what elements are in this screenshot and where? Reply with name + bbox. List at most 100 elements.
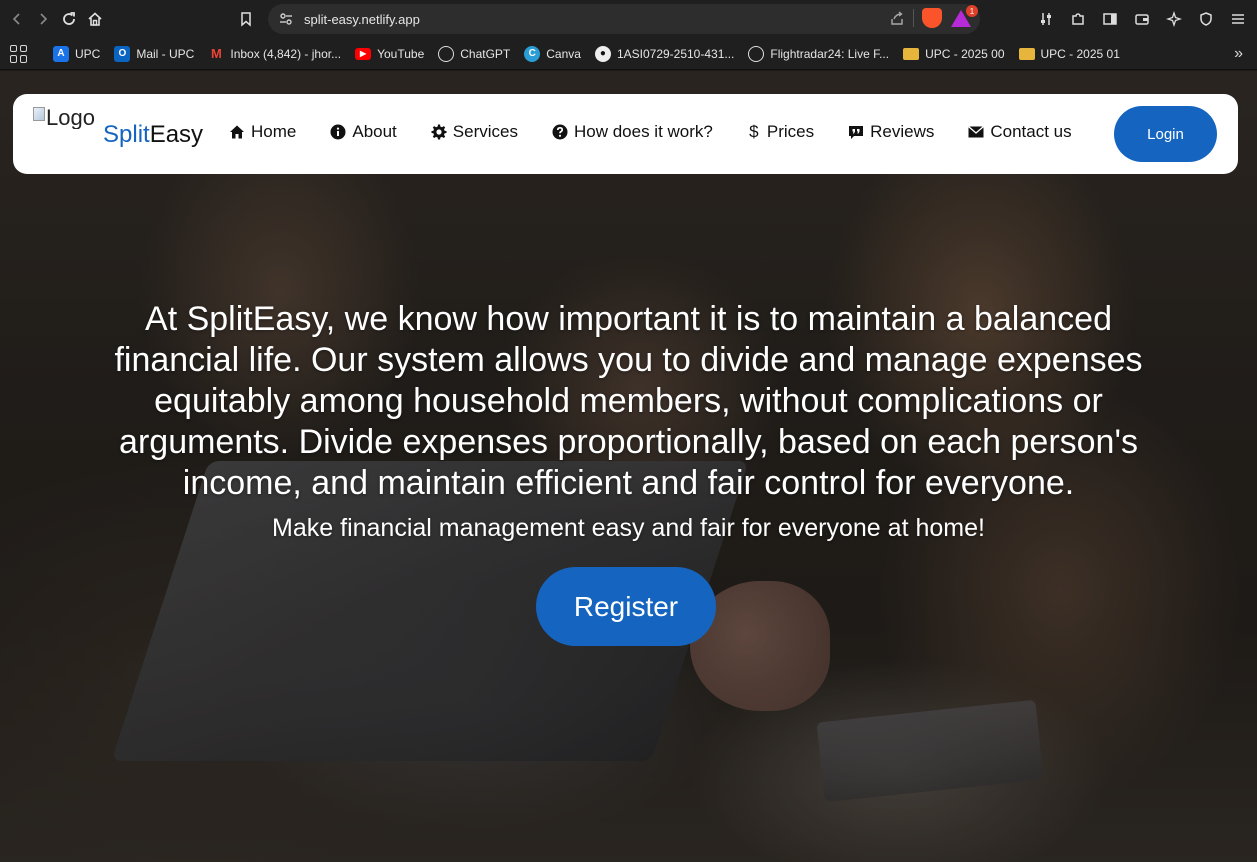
github-icon: ● <box>594 45 611 62</box>
nav-label: About <box>352 122 397 141</box>
brand-split: Split <box>103 121 150 148</box>
hero-description: At SplitEasy, we know how important it i… <box>114 300 1143 502</box>
bookmark-folder[interactable]: UPC - 2025 00 <box>896 42 1011 66</box>
url-text: split-easy.netlify.app <box>304 11 420 27</box>
hero-section: Logo SplitEasy Home About Services How d… <box>0 71 1257 862</box>
home-icon <box>230 125 244 139</box>
wallet-button[interactable] <box>1129 6 1155 32</box>
bookmark-item[interactable]: ChatGPT <box>431 42 517 66</box>
ai-button[interactable] <box>1161 6 1187 32</box>
shield-icon <box>1200 12 1212 26</box>
logo-image[interactable]: Logo <box>33 105 95 129</box>
nav-about[interactable]: About <box>330 122 397 142</box>
back-button[interactable] <box>4 6 30 32</box>
nav-label: Home <box>251 122 297 141</box>
brand-easy: Easy <box>149 121 204 148</box>
brave-rewards-icon[interactable]: 1 <box>950 5 978 28</box>
nav-label: Contact us <box>990 122 1072 141</box>
bookmark-item[interactable]: ▶ YouTube <box>348 42 431 66</box>
logo-alt-text: Logo <box>46 105 95 129</box>
bookmark-label: Flightradar24: Live F... <box>770 46 890 61</box>
envelope-icon <box>968 126 985 138</box>
nav-how-it-works[interactable]: How does it work? <box>552 122 713 142</box>
bookmark-item[interactable]: M Inbox (4,842) - jhor... <box>201 42 348 66</box>
bookmark-label: UPC - 2025 00 <box>925 46 1005 61</box>
home-button[interactable] <box>82 6 108 32</box>
gmail-icon: M <box>210 46 222 61</box>
bookmark-folder[interactable]: UPC - 2025 01 <box>1012 42 1127 66</box>
login-button[interactable]: Login <box>1114 106 1217 162</box>
menu-button[interactable] <box>1225 6 1251 32</box>
vpn-button[interactable] <box>1193 6 1219 32</box>
wallet-icon <box>1135 14 1149 25</box>
bookmark-item[interactable]: ● 1ASI0729-2510-431... <box>588 42 741 66</box>
forward-button[interactable] <box>30 6 56 32</box>
sliders-icon <box>1041 13 1051 25</box>
chatgpt-icon <box>438 45 455 62</box>
nav-contact[interactable]: Contact us <box>968 122 1072 142</box>
folder-icon <box>1018 47 1035 60</box>
more-bookmarks-icon[interactable]: » <box>1234 45 1243 63</box>
bookmark-item[interactable]: C Canva <box>517 42 588 66</box>
bookmark-item[interactable]: A UPC <box>46 42 107 66</box>
leo-ai-button[interactable] <box>1033 6 1059 32</box>
nav-label: How does it work? <box>573 122 713 141</box>
browser-toolbar: split-easy.netlify.app 1 <box>0 0 1257 38</box>
address-bar[interactable]: split-easy.netlify.app 1 <box>268 4 980 34</box>
divider <box>913 9 914 27</box>
outlook-icon: O <box>114 45 131 62</box>
rewards-badge: 1 <box>966 5 978 17</box>
site-settings-icon[interactable] <box>278 11 294 27</box>
dollar-icon: $ <box>749 122 759 141</box>
bookmark-label: UPC - 2025 01 <box>1040 46 1120 61</box>
bookmark-label: ChatGPT <box>460 46 511 61</box>
extensions-button[interactable] <box>1065 6 1091 32</box>
hamburger-icon <box>1232 14 1244 24</box>
bookmark-label: Mail - UPC <box>136 46 195 61</box>
nav-label: Services <box>452 122 518 141</box>
reload-button[interactable] <box>56 6 82 32</box>
reload-icon <box>63 12 75 25</box>
sidebar-icon <box>1103 13 1117 25</box>
canva-icon: C <box>524 45 541 62</box>
puzzle-icon <box>1072 13 1084 25</box>
bookmark-item[interactable]: Flightradar24: Live F... <box>741 42 896 66</box>
upc-icon: A <box>53 45 69 62</box>
brand-name[interactable]: SplitEasy <box>103 121 203 149</box>
home-outline-icon <box>88 12 102 26</box>
quote-icon <box>849 126 864 139</box>
bookmark-label: YouTube <box>377 46 425 61</box>
bookmark-label: Canva <box>546 46 581 61</box>
youtube-icon: ▶ <box>355 47 372 60</box>
info-icon <box>330 124 346 140</box>
nav-prices[interactable]: $ Prices <box>747 122 814 142</box>
nav-home[interactable]: Home <box>229 122 296 142</box>
sparkle-icon <box>1166 11 1182 27</box>
chevron-left-icon <box>12 13 20 25</box>
bookmark-button[interactable] <box>233 6 259 32</box>
bookmark-icon <box>241 12 251 27</box>
bookmark-item[interactable]: O Mail - UPC <box>107 42 201 66</box>
bookmark-label: 1ASI0729-2510-431... <box>616 46 735 61</box>
nav-links: Home About Services How does it work? $ … <box>229 122 1106 142</box>
brave-shields-icon[interactable] <box>922 8 942 28</box>
apps-grid-icon[interactable] <box>10 44 28 63</box>
folder-icon <box>903 47 920 60</box>
background-photo-calculator <box>816 699 1044 803</box>
bookmarks-bar: A UPC O Mail - UPC M Inbox (4,842) - jhor..… <box>0 38 1257 70</box>
share-icon[interactable] <box>889 10 905 26</box>
register-button[interactable]: Register <box>536 567 716 646</box>
sidebar-button[interactable] <box>1097 6 1123 32</box>
question-icon <box>552 124 568 140</box>
nav-label: Prices <box>766 122 815 141</box>
nav-services[interactable]: Services <box>431 122 518 142</box>
nav-reviews[interactable]: Reviews <box>848 122 934 142</box>
nav-label: Reviews <box>870 122 935 141</box>
chevron-right-icon <box>40 13 48 25</box>
broken-image-icon <box>33 107 46 121</box>
hero-subtitle: Make financial management easy and fair … <box>272 514 985 542</box>
main-navbar: Logo SplitEasy Home About Services How d… <box>13 94 1238 174</box>
bookmark-label: Inbox (4,842) - jhor... <box>230 46 342 61</box>
flightradar-icon <box>748 45 765 62</box>
bookmark-label: UPC <box>75 46 101 61</box>
